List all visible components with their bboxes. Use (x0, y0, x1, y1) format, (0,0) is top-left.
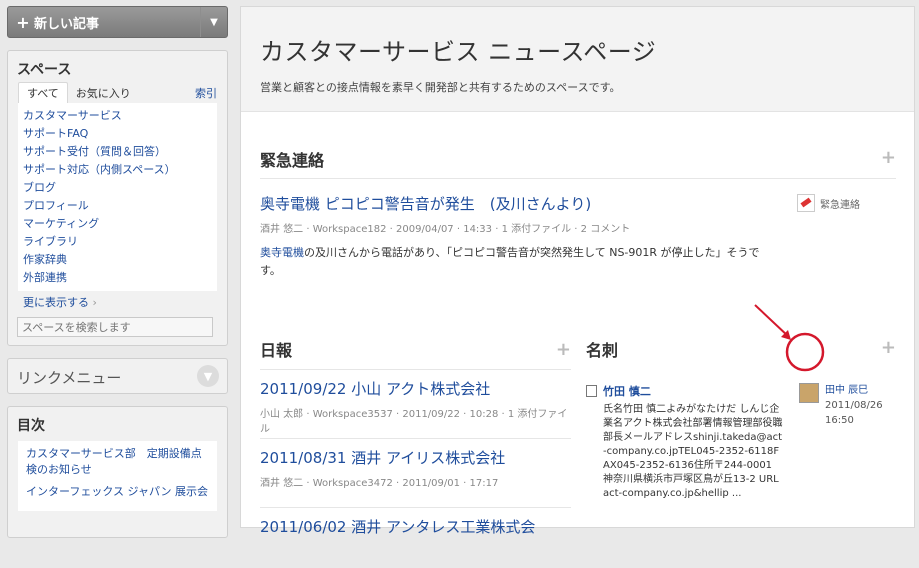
space-item[interactable]: マーケティング (23, 215, 212, 233)
page-description: 営業と顧客との接点情報を素早く開発部と共有するためのスペースです。 (260, 81, 621, 94)
article-date: 2009/04/07 · 14:33 (396, 224, 493, 235)
space-item[interactable]: ブログ (23, 179, 212, 197)
add-icon[interactable]: + (556, 339, 571, 360)
business-card: 竹田 慎二 氏名竹田 慎二よみがなたけだ しんじ企業名アクト株式会社部署情報管理… (586, 383, 896, 501)
add-icon[interactable]: + (881, 337, 896, 361)
toc-item[interactable]: カスタマーサービス部 定期設備点検のお知らせ (26, 446, 209, 478)
article-body-text: の及川さんから電話があり、「ピコピコ警告音が突然発生して NS-901R が停止… (260, 246, 760, 277)
toc-panel: 目次 カスタマーサービス部 定期設備点検のお知らせ インターフェックス ジャパン… (7, 406, 228, 538)
spaces-tabs: すべて お気に入り 索引 (18, 82, 217, 103)
plus-icon: + (16, 12, 30, 32)
report-item: 2011/09/22 小山 アクト株式会社 小山 太郎 · Workspace3… (260, 369, 571, 435)
arrow-line (754, 304, 790, 338)
spaces-panel: スペース すべて お気に入り 索引 カスタマーサービス サポートFAQ サポート… (7, 50, 228, 346)
daily-report-section: 日報 + 2011/09/22 小山 アクト株式会社 小山 太郎 · Works… (260, 337, 571, 568)
chevron-down-icon[interactable]: ▼ (197, 365, 219, 387)
chevron-right-icon: › (92, 296, 97, 309)
new-article-button[interactable]: + 新しい記事 ▼ (7, 6, 228, 38)
article-author[interactable]: 酒井 悠二 (260, 224, 303, 235)
card-author: 田中 辰巳 2011/08/26 16:50 (799, 383, 883, 501)
article-comments[interactable]: 2 コメント (581, 224, 631, 235)
report-item: 2011/06/02 酒井 アンタレス工業株式会 (260, 507, 571, 568)
report-meta: 小山 太郎 · Workspace3537 · 2011/09/22 · 10:… (260, 409, 568, 435)
urgent-title: 緊急連絡 (260, 151, 325, 170)
report-title-link[interactable]: 2011/08/31 酒井 アイリス株式会社 (260, 447, 571, 468)
business-card-title: 名刺 (586, 341, 619, 360)
daily-report-title: 日報 (260, 341, 293, 360)
space-item[interactable]: サポートFAQ (23, 125, 212, 143)
link-menu-title: リンクメニュー (17, 368, 122, 387)
space-item[interactable]: サポート受付（質問＆回答） (23, 143, 212, 161)
index-link[interactable]: 索引 (195, 85, 217, 101)
space-item[interactable]: プロフィール (23, 197, 212, 215)
author-name[interactable]: 田中 辰巳 (825, 383, 883, 398)
avatar (799, 383, 819, 403)
company-link[interactable]: 奥寺電機 (260, 246, 304, 259)
article-body: 奥寺電機の及川さんから電話があり、「ピコピコ警告音が突然発生して NS-901R… (260, 244, 760, 280)
space-list: カスタマーサービス サポートFAQ サポート受付（質問＆回答） サポート対応（内… (18, 103, 217, 291)
new-article-label: 新しい記事 (34, 16, 100, 32)
spaces-title: スペース (17, 62, 72, 78)
chevron-down-icon[interactable]: ▼ (200, 7, 227, 37)
toc-title: 目次 (17, 418, 45, 434)
space-item[interactable]: 外部連携 (23, 269, 212, 287)
main-content: カスタマーサービス ニュースページ 営業と顧客との接点情報を素早く開発部と共有す… (240, 6, 915, 536)
space-item[interactable]: ライブラリ (23, 233, 212, 251)
article-meta: 酒井 悠二 · Workspace182 · 2009/04/07 · 14:3… (260, 224, 631, 235)
report-title-link[interactable]: 2011/06/02 酒井 アンタレス工業株式会 (260, 516, 571, 537)
space-item[interactable]: サポート対応（内側スペース） (23, 161, 212, 179)
urgent-section: 緊急連絡 + 奥寺電機 ピコピコ警告音が発生 (及川さんより) 酒井 悠二 · … (260, 147, 896, 280)
tab-favorites[interactable]: お気に入り (68, 83, 139, 103)
tag-label: 緊急連絡 (820, 199, 860, 211)
link-menu-panel[interactable]: リンクメニュー ▼ (7, 358, 228, 394)
card-detail: 氏名竹田 慎二よみがなたけだ しんじ企業名アクト株式会社部署情報管理部役職部長メ… (603, 404, 783, 499)
report-meta: 酒井 悠二 · Workspace3472 · 2011/09/01 · 17:… (260, 478, 499, 489)
space-search-input[interactable] (17, 317, 213, 337)
space-item[interactable]: 作家辞典 (23, 251, 212, 269)
report-item: 2011/08/31 酒井 アイリス株式会社 酒井 悠二 · Workspace… (260, 438, 571, 499)
article-attachments[interactable]: 1 添付ファイル (502, 224, 572, 235)
tab-all[interactable]: すべて (18, 82, 68, 103)
business-card-section: 名刺 + 竹田 慎二 氏名竹田 慎二よみがなたけだ しんじ企業名アクト株式会社部… (586, 337, 896, 501)
page-header: カスタマーサービス ニュースページ 営業と顧客との接点情報を素早く開発部と共有す… (241, 7, 914, 112)
toc-list: カスタマーサービス部 定期設備点検のお知らせ インターフェックス ジャパン 展示… (18, 441, 217, 511)
author-time: 16:50 (825, 415, 854, 426)
document-icon (586, 385, 597, 397)
page-title: カスタマーサービス ニュースページ (260, 38, 657, 66)
tag-badge[interactable]: 緊急連絡 (797, 194, 860, 212)
card-name-link[interactable]: 竹田 慎二 (603, 383, 783, 399)
toc-item[interactable]: インターフェックス ジャパン 展示会 (26, 484, 209, 500)
sidebar: + 新しい記事 ▼ スペース すべて お気に入り 索引 カスタマーサービス サポ… (7, 6, 228, 538)
report-title-link[interactable]: 2011/09/22 小山 アクト株式会社 (260, 378, 571, 399)
author-date: 2011/08/26 (825, 400, 883, 411)
space-item[interactable]: カスタマーサービス (23, 107, 212, 125)
show-more-link[interactable]: 更に表示する › (8, 291, 227, 313)
add-icon[interactable]: + (881, 147, 896, 171)
article-workspace[interactable]: Workspace182 (313, 224, 387, 235)
tag-icon (797, 194, 815, 212)
